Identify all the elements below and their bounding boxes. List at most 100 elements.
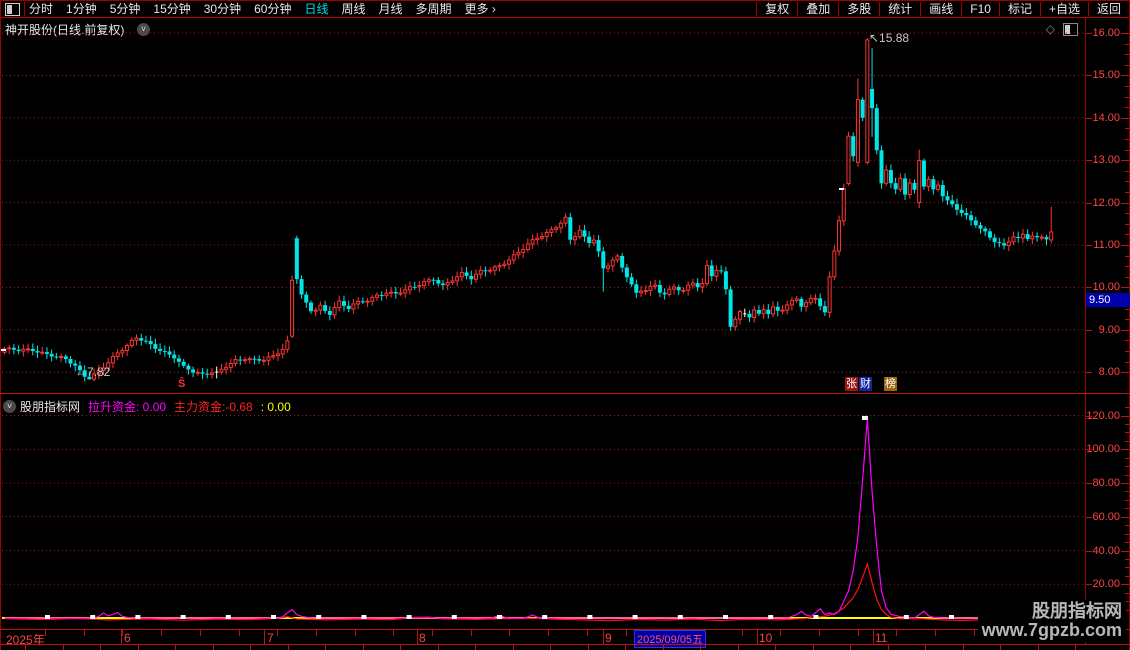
- menu-item-3[interactable]: 15分钟: [149, 1, 194, 17]
- date-minor-tick: [277, 630, 278, 636]
- candle-down: [893, 183, 898, 190]
- menu-item-5[interactable]: 60分钟: [250, 1, 295, 17]
- candle-up: [365, 300, 370, 303]
- candle-up: [1049, 231, 1054, 241]
- candle-up: [591, 239, 596, 244]
- bottom-strip-tick: [250, 645, 251, 650]
- candle-up: [275, 353, 280, 357]
- candle-up: [653, 284, 658, 287]
- menu-item-1[interactable]: 1分钟: [62, 1, 101, 17]
- candle-up: [855, 99, 860, 163]
- bottom-strip-tick: [813, 645, 814, 650]
- price-axis-minor-tick: [1125, 128, 1129, 130]
- app-window: 分时 1分钟 5分钟 15分钟 30分钟 60分钟 日线 周线 月线 多周期 更多 › 复权 叠加 多股…: [0, 0, 1130, 650]
- menu-item-7[interactable]: 周线: [337, 1, 369, 17]
- candle-down: [181, 361, 186, 366]
- candle-up: [492, 266, 497, 271]
- bottom-strip-tick: [25, 645, 26, 650]
- candle-down: [756, 310, 761, 314]
- candle-down: [44, 352, 49, 354]
- indicator-axis-minor-tick: [1125, 567, 1129, 569]
- indicator-axis-label: 60.00: [1092, 510, 1120, 523]
- bottom-strip-tick: [775, 645, 776, 650]
- price-axis-minor-tick: [1121, 160, 1129, 162]
- price-axis-minor-tick: [1125, 255, 1129, 257]
- suspension-mark: [839, 188, 844, 190]
- candle-up: [474, 273, 478, 280]
- candle-up: [926, 178, 931, 188]
- zero-line-mark: [316, 615, 322, 619]
- watermark-line2: www.7gpzb.com: [981, 620, 1122, 640]
- tool-item-画线[interactable]: 画线: [921, 1, 961, 17]
- tool-item-复权[interactable]: 复权: [757, 1, 797, 17]
- tool-item-标记[interactable]: 标记: [1000, 1, 1040, 17]
- candle-down: [969, 215, 974, 221]
- candle-down: [912, 182, 917, 190]
- candle-down: [139, 338, 144, 341]
- candle-down: [954, 204, 959, 210]
- watermark-line1: 股朋指标网: [1032, 601, 1122, 621]
- candle-down: [888, 170, 893, 184]
- candle-up: [789, 300, 794, 306]
- candle-down: [63, 356, 68, 360]
- candle-up: [865, 39, 870, 163]
- candle-up: [643, 290, 648, 293]
- menu-item-6[interactable]: 日线: [300, 1, 332, 17]
- tool-item-统计[interactable]: 统计: [880, 1, 920, 17]
- bottom-strip-tick: [175, 645, 176, 650]
- menu-item-2[interactable]: 5分钟: [106, 1, 145, 17]
- candle-down: [676, 286, 681, 291]
- candle-up: [813, 297, 818, 300]
- zero-line-mark: [677, 615, 683, 619]
- bottom-strip-tick: [100, 645, 101, 650]
- menu-item-10[interactable]: 更多 ›: [461, 1, 500, 17]
- candle-up: [554, 227, 559, 230]
- candle-up: [115, 352, 120, 357]
- price-axis-label: 16.00: [1092, 27, 1120, 39]
- tool-item-多股[interactable]: 多股: [839, 1, 879, 17]
- candlestick-plot[interactable]: [1, 18, 1085, 393]
- candle-down: [148, 341, 153, 345]
- candle-down: [436, 279, 441, 284]
- price-axis-minor-tick: [1125, 96, 1129, 98]
- candle-down: [1002, 243, 1007, 246]
- candle-down: [959, 209, 964, 214]
- candle-down: [11, 347, 16, 350]
- candle-down: [469, 275, 474, 280]
- candle-up: [337, 300, 342, 309]
- candle-down: [945, 196, 950, 201]
- tool-item-叠加[interactable]: 叠加: [798, 1, 838, 17]
- price-axis-minor-tick: [1121, 202, 1129, 204]
- indicator-axis-tick: [1086, 415, 1092, 417]
- date-minor-tick: [471, 630, 472, 636]
- candle-down: [601, 251, 606, 269]
- candle-down: [964, 213, 969, 216]
- menu-item-0[interactable]: 分时: [25, 1, 57, 17]
- bottom-strip-tick: [63, 645, 64, 650]
- indicator-axis-minor-tick: [1125, 558, 1129, 560]
- indicator-plot[interactable]: [1, 400, 1085, 628]
- pane-divider[interactable]: [0, 393, 1130, 394]
- indicator-axis-minor-tick: [1121, 516, 1129, 518]
- menu-item-4[interactable]: 30分钟: [200, 1, 245, 17]
- candle-up: [832, 250, 837, 278]
- tool-item-F10[interactable]: F10: [962, 1, 999, 17]
- candle-up: [403, 289, 408, 294]
- date-label: 7: [267, 631, 274, 645]
- candle-down: [983, 228, 988, 232]
- menu-item-9[interactable]: 多周期: [412, 1, 456, 17]
- candle-down: [172, 354, 177, 359]
- date-label: 9: [605, 631, 612, 645]
- candle-up: [700, 283, 705, 288]
- date-minor-tick: [200, 630, 201, 636]
- candle-down: [851, 136, 856, 157]
- menu-item-8[interactable]: 月线: [375, 1, 407, 17]
- tool-item-返回[interactable]: 返回: [1089, 1, 1129, 17]
- date-minor-tick: [896, 630, 897, 636]
- tool-item-+自选[interactable]: +自选: [1041, 1, 1088, 17]
- bottom-strip-tick: [363, 645, 364, 650]
- layout-grid-icon[interactable]: [5, 2, 20, 16]
- month-tick: [757, 630, 758, 644]
- candle-down: [973, 220, 978, 226]
- candle-up: [846, 135, 851, 185]
